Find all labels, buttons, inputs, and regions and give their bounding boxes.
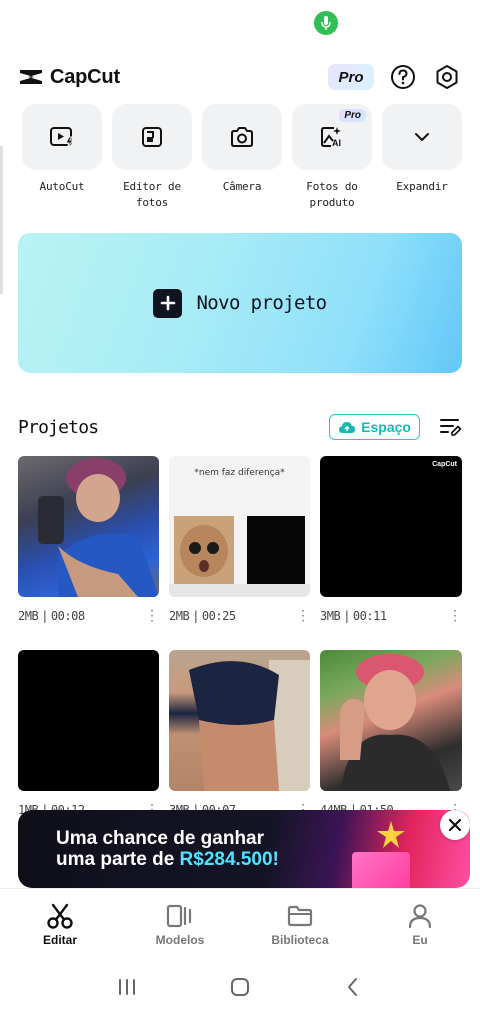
project-duration: 00:25 — [201, 609, 236, 623]
thumbnail-image — [189, 660, 310, 791]
tool-expand-label: Expandir — [396, 180, 448, 193]
nav-profile[interactable]: Eu — [360, 889, 480, 960]
product-photo-icon: AI — [321, 127, 341, 148]
project-thumbnail[interactable]: CapCut — [320, 456, 462, 597]
project-thumbnail[interactable] — [169, 650, 310, 791]
nav-library[interactable]: Biblioteca — [240, 889, 360, 960]
home-icon[interactable] — [229, 976, 251, 998]
project-meta: 2MB | 00:25 ⋮ — [169, 597, 310, 635]
more-options-icon[interactable]: ⋮ — [296, 608, 310, 624]
new-project-label: Novo projeto — [196, 292, 327, 314]
project-meta: 3MB | 00:11 ⋮ — [320, 597, 462, 635]
nav-edit-label: Editar — [42, 933, 77, 947]
promo-banner[interactable]: Uma chance de ganhar uma parte de R$284.… — [18, 810, 470, 888]
tool-autocut[interactable]: AutoCut — [20, 104, 104, 211]
meta-separator: | — [192, 609, 199, 623]
project-duration: 00:08 — [50, 609, 85, 623]
projects-title: Projetos — [18, 416, 99, 438]
pro-button[interactable]: Pro — [328, 64, 374, 90]
camera-icon — [231, 127, 253, 147]
promo-line-2-prefix: uma parte de — [56, 849, 180, 870]
project-size: 2MB — [169, 609, 190, 623]
meta-separator: | — [41, 609, 48, 623]
tool-product-photos-label: Fotos do produto — [306, 180, 358, 209]
close-banner-icon[interactable] — [440, 810, 470, 840]
scissors-icon — [47, 903, 73, 929]
more-options-icon[interactable]: ⋮ — [448, 608, 462, 624]
edge-panel-handle[interactable] — [0, 146, 3, 294]
autocut-icon — [50, 127, 74, 149]
cloud-icon — [339, 422, 356, 433]
sort-edit-icon[interactable] — [438, 415, 462, 439]
projects-header: Projetos Espaço — [18, 412, 462, 442]
system-navigation-bar — [0, 960, 480, 1014]
tool-camera[interactable]: Câmera — [200, 104, 284, 211]
user-icon — [408, 904, 432, 929]
promo-line-1: Uma chance de ganhar — [56, 828, 265, 849]
tool-autocut-label: AutoCut — [39, 180, 85, 193]
app-header: CapCut Pro — [18, 60, 462, 94]
capcut-watermark: CapCut — [432, 461, 457, 468]
nav-library-label: Biblioteca — [271, 933, 329, 947]
tool-product-photos[interactable]: Pro AI Fotos do produto — [290, 104, 374, 211]
bottom-navigation: Editar Modelos Biblioteca Eu — [0, 888, 480, 960]
project-size: 3MB — [320, 609, 341, 623]
settings-icon[interactable] — [432, 62, 462, 92]
folder-icon — [287, 905, 313, 927]
help-icon[interactable] — [388, 62, 418, 92]
tool-camera-label: Câmera — [222, 180, 262, 193]
app-name: CapCut — [50, 65, 120, 88]
svg-text:AI: AI — [332, 138, 341, 148]
gift-box-icon — [352, 852, 410, 888]
project-card[interactable]: CapCut 3MB | 00:11 ⋮ — [320, 456, 462, 650]
tool-autocut-button[interactable] — [22, 104, 102, 170]
project-thumbnail[interactable] — [18, 456, 159, 597]
tool-expand-button[interactable] — [382, 104, 462, 170]
thumbnail-image — [169, 516, 310, 597]
project-duration: 00:11 — [352, 609, 387, 623]
templates-icon — [166, 904, 192, 928]
nav-edit[interactable]: Editar — [0, 889, 120, 960]
project-card[interactable]: 2MB | 00:08 ⋮ — [18, 456, 159, 650]
chevron-down-icon — [415, 133, 429, 141]
project-thumbnail[interactable]: *nem faz diferença* — [169, 456, 310, 597]
new-project-button[interactable]: Novo projeto — [18, 233, 462, 373]
promo-line-2: uma parte de R$284.500! — [56, 849, 279, 870]
project-size: 2MB — [18, 609, 39, 623]
photo-editor-icon — [142, 127, 162, 147]
tool-photo-editor-label: Editor de fotos — [123, 180, 181, 209]
promo-banner-text: Uma chance de ganhar uma parte de R$284.… — [56, 828, 279, 870]
capcut-logo-icon — [20, 70, 42, 84]
project-meta: 2MB | 00:08 ⋮ — [18, 597, 159, 635]
space-label: Espaço — [361, 419, 411, 435]
more-options-icon[interactable]: ⋮ — [145, 608, 159, 624]
pro-badge: Pro — [339, 109, 366, 122]
projects-grid: 2MB | 00:08 ⋮ *nem faz diferença* 2MB | … — [18, 456, 462, 844]
back-icon[interactable] — [342, 976, 364, 998]
nav-profile-label: Eu — [412, 933, 428, 947]
status-bar — [0, 0, 480, 46]
thumbnail-image — [340, 654, 450, 791]
star-icon — [377, 821, 405, 848]
tool-expand[interactable]: Expandir — [380, 104, 464, 211]
recent-apps-icon[interactable] — [116, 977, 138, 997]
project-thumbnail[interactable] — [18, 650, 159, 791]
project-thumbnail[interactable] — [320, 650, 462, 791]
tool-photo-editor[interactable]: Editor de fotos — [110, 104, 194, 211]
project-card[interactable]: *nem faz diferença* 2MB | 00:25 ⋮ — [169, 456, 310, 650]
nav-templates[interactable]: Modelos — [120, 889, 240, 960]
space-button[interactable]: Espaço — [329, 414, 420, 440]
promo-amount: R$284.500! — [179, 849, 279, 870]
microphone-indicator-icon — [314, 11, 338, 35]
meta-separator: | — [343, 609, 350, 623]
plus-icon — [153, 288, 183, 318]
tool-product-photos-button[interactable]: Pro AI — [292, 104, 372, 170]
nav-templates-label: Modelos — [155, 933, 205, 947]
tool-photo-editor-button[interactable] — [112, 104, 192, 170]
thumbnail-image — [38, 458, 159, 597]
tool-camera-button[interactable] — [202, 104, 282, 170]
quick-tools: AutoCut Editor de fotos Câmera Pro AI Fo… — [20, 104, 464, 211]
capcut-logo: CapCut — [18, 66, 120, 89]
